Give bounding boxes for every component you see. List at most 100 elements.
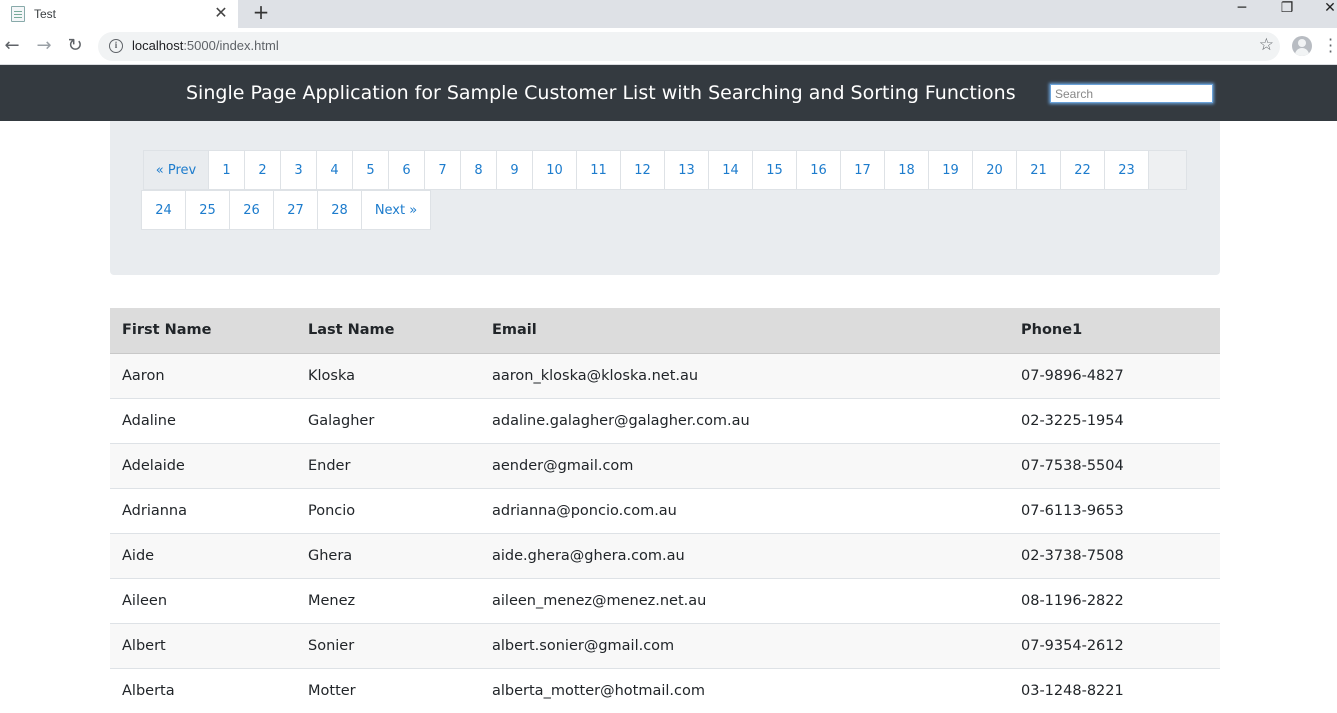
column-header-last-name[interactable]: Last Name: [296, 308, 480, 354]
search-input[interactable]: [1050, 84, 1213, 103]
page-link[interactable]: 15: [752, 150, 797, 190]
last-name-cell: Poncio: [296, 487, 480, 533]
column-header-email[interactable]: Email: [480, 308, 1009, 354]
last-name-cell: Ender: [296, 442, 480, 488]
page-link[interactable]: 20: [972, 150, 1017, 190]
table-row[interactable]: Adaline Galagher adaline.galagher@galagher…: [110, 397, 1220, 443]
table-header-row: First Name Last Name Email Phone1: [110, 308, 1220, 354]
page-link[interactable]: 7: [424, 150, 461, 190]
page-link[interactable]: Next »: [361, 190, 431, 230]
phone-cell: 07-7538-5504: [1009, 442, 1220, 488]
page-link[interactable]: 24: [141, 190, 186, 230]
column-header-phone[interactable]: Phone1: [1009, 308, 1220, 354]
page-link[interactable]: 17: [840, 150, 885, 190]
table-row[interactable]: Adrianna Poncio adrianna@poncio.com.au 07-6…: [110, 487, 1220, 533]
page-link[interactable]: 5: [352, 150, 389, 190]
customer-table: First Name Last Name Email Phone1 Aaron K…: [110, 308, 1220, 713]
browser-toolbar: ← → ↻ i localhost:5000/index.html ☆ · · ·: [0, 28, 1337, 65]
first-name-cell: Adaline: [110, 397, 296, 443]
last-name-cell: Kloska: [296, 352, 480, 398]
page-link[interactable]: 25: [185, 190, 230, 230]
page-link[interactable]: 2: [244, 150, 281, 190]
reload-icon[interactable]: ↻: [64, 35, 86, 57]
page-icon: [11, 6, 25, 22]
table-row[interactable]: Adelaide Ender aender@gmail.com 07-7538-550…: [110, 442, 1220, 488]
page-link[interactable]: 18: [884, 150, 929, 190]
table-row[interactable]: Alberta Motter alberta_motter@hotmail.com 0…: [110, 667, 1220, 713]
first-name-cell: Adelaide: [110, 442, 296, 488]
page-link[interactable]: 9: [496, 150, 533, 190]
new-tab-button[interactable]: +: [250, 2, 272, 24]
email-cell: alberta_motter@hotmail.com: [480, 667, 1009, 713]
first-name-cell: Aaron: [110, 352, 296, 398]
pagination-row-2: 24 25 26 27 28 Next »: [141, 190, 431, 230]
pagination-panel: « Prev 1 2 3 4 5 6 7 8 9 10 11 12 13 14 15 16 17 18 19 20 21 2…: [110, 121, 1220, 275]
page-link[interactable]: 16: [796, 150, 841, 190]
url-text[interactable]: localhost:5000/index.html: [132, 38, 279, 53]
table-row[interactable]: Aaron Kloska aaron_kloska@kloska.net.au 07-…: [110, 352, 1220, 398]
last-name-cell: Ghera: [296, 532, 480, 578]
bookmark-star-icon[interactable]: ☆: [1259, 35, 1274, 55]
phone-cell: 07-9354-2612: [1009, 622, 1220, 668]
page-link[interactable]: 11: [576, 150, 621, 190]
first-name-cell: Aileen: [110, 577, 296, 623]
page-link[interactable]: 10: [532, 150, 577, 190]
app-header: Single Page Application for Sample Custo…: [0, 65, 1337, 121]
page-link[interactable]: 26: [229, 190, 274, 230]
page-link[interactable]: 8: [460, 150, 497, 190]
info-icon[interactable]: i: [109, 39, 123, 53]
page-link[interactable]: 14: [708, 150, 753, 190]
last-name-cell: Galagher: [296, 397, 480, 443]
page-link[interactable]: 4: [316, 150, 353, 190]
phone-cell: 08-1196-2822: [1009, 577, 1220, 623]
page-title: Single Page Application for Sample Custo…: [186, 82, 1016, 104]
page-link[interactable]: 22: [1060, 150, 1105, 190]
page-link[interactable]: « Prev: [143, 150, 209, 190]
page-link[interactable]: 1: [208, 150, 245, 190]
phone-cell: 07-9896-4827: [1009, 352, 1220, 398]
page-link[interactable]: 19: [928, 150, 973, 190]
email-cell: aide.ghera@ghera.com.au: [480, 532, 1009, 578]
pagination-row-1: « Prev 1 2 3 4 5 6 7 8 9 10 11 12 13 14 15 16 17 18 19 20 21 2…: [143, 150, 1187, 190]
page-link[interactable]: 13: [664, 150, 709, 190]
first-name-cell: Albert: [110, 622, 296, 668]
page-link[interactable]: 27: [273, 190, 318, 230]
email-cell: adaline.galagher@galagher.com.au: [480, 397, 1009, 443]
forward-arrow-icon[interactable]: →: [33, 35, 55, 57]
column-header-first-name[interactable]: First Name: [110, 308, 296, 354]
phone-cell: 07-6113-9653: [1009, 487, 1220, 533]
email-cell: aender@gmail.com: [480, 442, 1009, 488]
table-row[interactable]: Aide Ghera aide.ghera@ghera.com.au 02-3738-…: [110, 532, 1220, 578]
page-link[interactable]: 21: [1016, 150, 1061, 190]
browser-tab-strip: Test ✕ + ─ ❐ ✕: [0, 0, 1337, 28]
tab-title: Test: [34, 7, 57, 21]
page-link[interactable]: 23: [1104, 150, 1149, 190]
first-name-cell: Aide: [110, 532, 296, 578]
email-cell: aileen_menez@menez.net.au: [480, 577, 1009, 623]
page-link[interactable]: 6: [388, 150, 425, 190]
last-name-cell: Sonier: [296, 622, 480, 668]
table-row[interactable]: Aileen Menez aileen_menez@menez.net.au 08-1…: [110, 577, 1220, 623]
address-bar[interactable]: i localhost:5000/index.html ☆: [98, 32, 1280, 61]
minimize-icon[interactable]: ─: [1232, 0, 1252, 18]
email-cell: albert.sonier@gmail.com: [480, 622, 1009, 668]
page-link[interactable]: 12: [620, 150, 665, 190]
page-link[interactable]: 28: [317, 190, 362, 230]
last-name-cell: Motter: [296, 667, 480, 713]
profile-avatar-icon[interactable]: [1292, 36, 1312, 56]
restore-icon[interactable]: ❐: [1277, 0, 1297, 18]
email-cell: adrianna@poncio.com.au: [480, 487, 1009, 533]
email-cell: aaron_kloska@kloska.net.au: [480, 352, 1009, 398]
phone-cell: 02-3225-1954: [1009, 397, 1220, 443]
close-window-icon[interactable]: ✕: [1320, 0, 1337, 18]
phone-cell: 02-3738-7508: [1009, 532, 1220, 578]
page-link[interactable]: 3: [280, 150, 317, 190]
browser-menu-icon[interactable]: · · ·: [1328, 32, 1334, 60]
first-name-cell: Adrianna: [110, 487, 296, 533]
last-name-cell: Menez: [296, 577, 480, 623]
phone-cell: 03-1248-8221: [1009, 667, 1220, 713]
browser-tab[interactable]: Test ✕: [0, 0, 238, 28]
back-arrow-icon[interactable]: ←: [1, 35, 23, 57]
table-row[interactable]: Albert Sonier albert.sonier@gmail.com 07-93…: [110, 622, 1220, 668]
close-tab-icon[interactable]: ✕: [212, 4, 230, 22]
